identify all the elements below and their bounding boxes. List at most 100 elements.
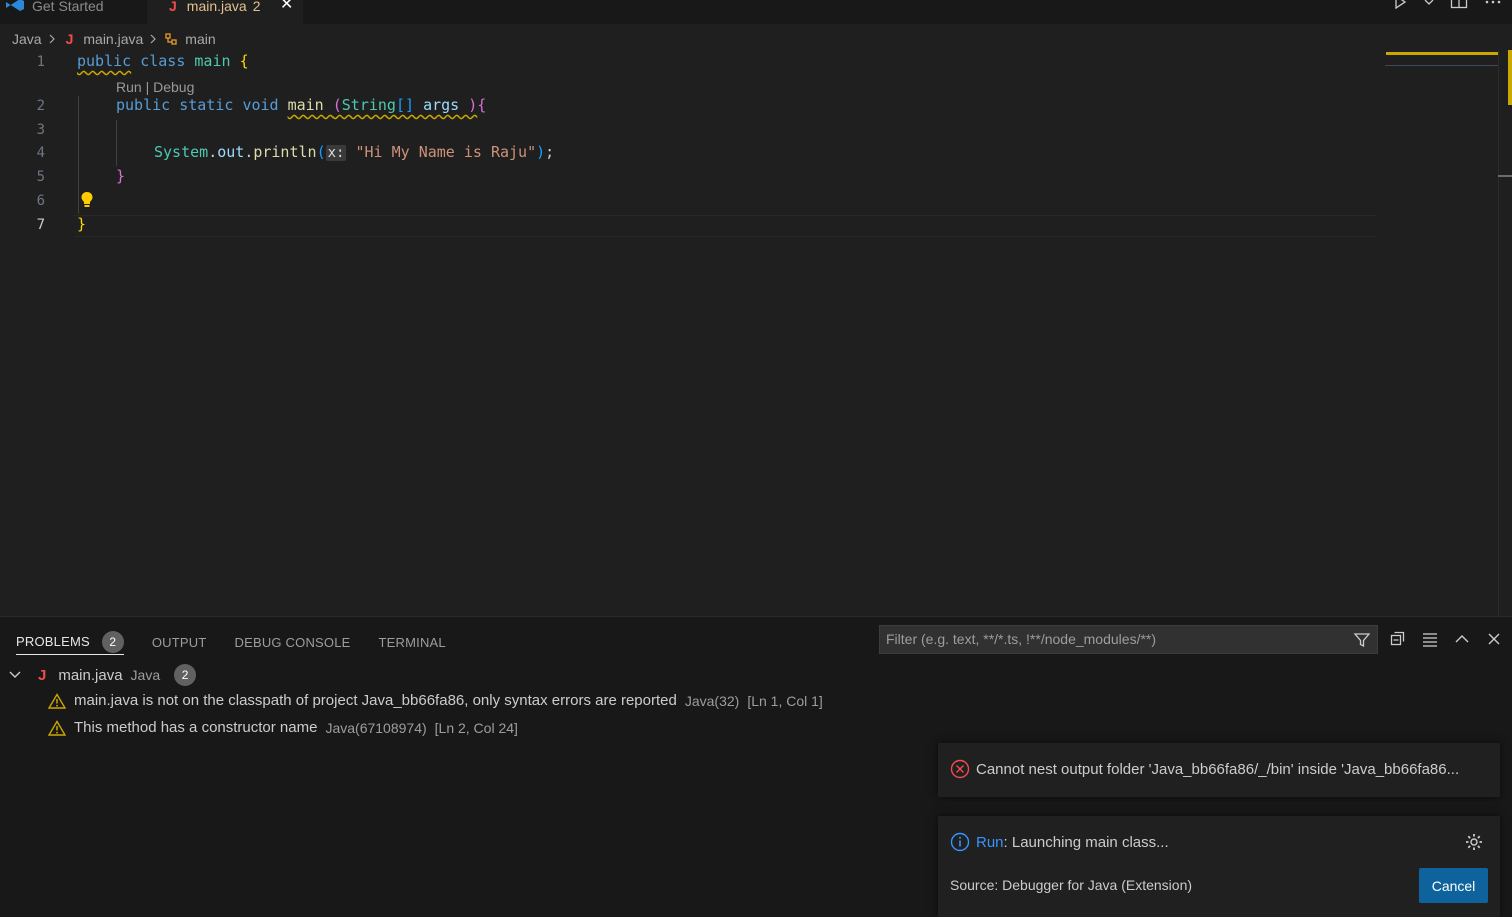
problems-count-badge: 2 [101, 630, 124, 653]
breadcrumb: Java J main.java main [12, 28, 216, 50]
punctuation: ; [545, 143, 555, 161]
scrollbar-marker [1498, 175, 1512, 177]
scrollbar-slider[interactable] [1508, 50, 1512, 105]
parameter: args [423, 96, 460, 114]
chevron-down-icon[interactable] [1424, 0, 1434, 10]
line-number: 1 [36, 54, 45, 70]
field: out [217, 143, 245, 161]
gear-icon[interactable] [1464, 832, 1484, 852]
filter-icon[interactable] [1353, 631, 1371, 649]
indent-guide [78, 96, 79, 214]
maximize-panel-icon[interactable] [1452, 629, 1472, 649]
tab-label: Get Started [32, 0, 104, 14]
keyword: void [242, 96, 279, 114]
chevron-right-icon [49, 34, 55, 44]
punctuation: . [208, 143, 218, 161]
breadcrumb-file[interactable]: main.java [83, 31, 143, 47]
tab-output[interactable]: OUTPUT [152, 629, 207, 655]
bracket: ) [468, 96, 478, 114]
vscode-logo-icon [6, 0, 24, 11]
line-number: 5 [36, 169, 45, 185]
problems-file-group[interactable]: J main.java Java 2 [8, 664, 197, 686]
keyword: public [77, 52, 132, 70]
scrollbar-track [1498, 50, 1499, 616]
lightbulb-icon[interactable] [80, 191, 94, 209]
codelens-run-debug[interactable]: Run | Debug [116, 79, 194, 95]
chevron-right-icon [150, 34, 157, 44]
line-number-active: 7 [36, 217, 45, 233]
method-name: println [253, 143, 317, 161]
collapse-all-icon[interactable] [1388, 629, 1408, 649]
code-line-5: } [116, 167, 125, 185]
breadcrumb-folder[interactable]: Java [12, 31, 42, 47]
problem-location: [Ln 1, Col 1] [747, 692, 823, 709]
java-file-icon: J [38, 666, 47, 684]
problem-message: main.java is not on the classpath of pro… [74, 692, 677, 709]
code-line-7: } [77, 215, 86, 233]
problem-message: This method has a constructor name [74, 719, 318, 736]
run-icon[interactable] [1392, 0, 1408, 10]
keyword: static [179, 96, 234, 114]
close-panel-icon[interactable] [1484, 629, 1504, 649]
bracket: [] [395, 96, 415, 114]
bracket: ( [332, 96, 342, 114]
problem-item[interactable]: main.java is not on the classpath of pro… [48, 692, 823, 709]
line-number: 6 [36, 193, 45, 209]
code-line-4: System.out.println(x: "Hi My Name is Raj… [154, 143, 554, 161]
minimap-highlight [1386, 52, 1498, 55]
tab-debug-console[interactable]: DEBUG CONSOLE [235, 629, 351, 655]
tab-problems[interactable]: PROBLEMS 2 [16, 629, 124, 655]
bracket: { [477, 96, 487, 114]
tab-terminal[interactable]: TERMINAL [379, 629, 446, 655]
notification-source: Source: Debugger for Java (Extension) [950, 877, 1193, 893]
tab-main-java[interactable]: J main.java 2 ✕ [147, 0, 303, 24]
minimap[interactable] [1385, 50, 1499, 66]
editor-actions [1392, 0, 1502, 10]
view-as-list-icon[interactable] [1420, 629, 1440, 649]
panel-actions [1388, 629, 1504, 649]
more-icon[interactable] [1484, 0, 1502, 10]
problem-file-count-badge: 2 [174, 664, 197, 686]
line-number: 4 [36, 145, 45, 161]
info-icon [950, 832, 970, 852]
line-number: 2 [36, 98, 45, 114]
bracket: ( [316, 143, 326, 161]
punctuation: . [244, 143, 254, 161]
error-notification[interactable]: Cannot nest output folder 'Java_bb66fa86… [938, 743, 1500, 797]
class-name: main [194, 52, 231, 70]
class-symbol-icon [165, 33, 177, 45]
run-link[interactable]: Run [976, 834, 1004, 851]
info-notification[interactable]: Run: Launching main class... Source: Deb… [938, 816, 1500, 917]
breadcrumb-symbol[interactable]: main [185, 31, 215, 47]
type-name: String [341, 96, 396, 114]
string-literal: "Hi My Name is Raju" [355, 143, 537, 161]
keyword: public [116, 96, 171, 114]
tab-get-started[interactable]: Get Started [0, 0, 147, 24]
tab-label: PROBLEMS [16, 634, 90, 649]
problem-source: Java(32) [684, 692, 740, 709]
info-message: Run: Launching main class... [976, 834, 1169, 851]
tab-problem-count: 2 [252, 0, 261, 14]
chevron-down-icon[interactable] [8, 668, 22, 682]
split-editor-icon[interactable] [1450, 0, 1468, 10]
close-icon[interactable]: ✕ [280, 0, 293, 14]
line-number: 3 [36, 122, 45, 138]
problem-location: [Ln 2, Col 24] [434, 719, 518, 736]
warning-icon [48, 692, 66, 709]
bracket: ) [536, 143, 546, 161]
editor-tab-bar: Get Started J main.java 2 ✕ [0, 0, 1512, 24]
current-line-highlight [74, 215, 1376, 237]
warning-icon [48, 719, 66, 736]
problems-filter-input[interactable]: Filter (e.g. text, **/*.ts, !**/node_mod… [879, 625, 1378, 654]
problem-item[interactable]: This method has a constructor name Java(… [48, 719, 518, 736]
tab-label: main.java [186, 0, 247, 14]
problem-file-name: main.java [58, 666, 123, 684]
code-editor[interactable]: 1 2 3 4 5 6 7 public class main { Run | … [0, 50, 1380, 616]
indent-guide [116, 120, 117, 166]
error-icon [950, 759, 970, 779]
panel-tabs: PROBLEMS 2 OUTPUT DEBUG CONSOLE TERMINAL [16, 629, 446, 655]
error-message: Cannot nest output folder 'Java_bb66fa86… [976, 761, 1460, 778]
inlay-hint: x: [325, 145, 347, 161]
cancel-button[interactable]: Cancel [1419, 868, 1488, 903]
bracket: } [116, 167, 126, 185]
